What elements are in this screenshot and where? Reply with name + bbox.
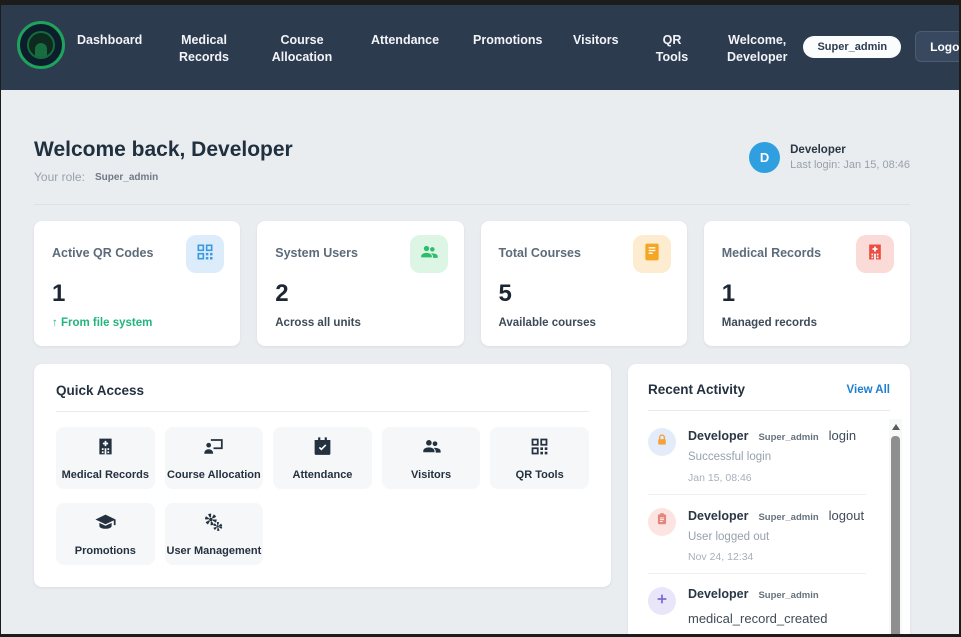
scrollbar-thumb[interactable] xyxy=(891,436,900,634)
quick-access-user-management[interactable]: User Management xyxy=(165,503,264,565)
activity-item-login: Developer Super_admin login Successful l… xyxy=(648,415,866,495)
stat-card-total-courses: Total Courses 5 Available courses xyxy=(481,221,687,346)
tile-label: User Management xyxy=(167,545,262,557)
activity-action: logout xyxy=(829,508,864,523)
stat-subtitle: Across all units xyxy=(275,317,445,329)
quick-access-panel: Quick Access Medical Records Course Allo… xyxy=(34,364,611,587)
activity-item-logout: Developer Super_admin logout User logged… xyxy=(648,495,866,575)
nav-item-course-allocation[interactable]: Course Allocation xyxy=(271,32,333,90)
mid-row: Quick Access Medical Records Course Allo… xyxy=(34,364,910,634)
stat-subtitle: Managed records xyxy=(722,317,892,329)
logout-button[interactable]: Logout xyxy=(915,31,959,62)
nav-item-qr-tools[interactable]: QR Tools xyxy=(655,32,689,90)
top-nav: Dashboard Medical Records Course Allocat… xyxy=(1,5,959,90)
nav-item-medical-records[interactable]: Medical Records xyxy=(175,32,233,90)
nav-item-visitors[interactable]: Visitors xyxy=(573,32,617,90)
tile-label: Course Allocation xyxy=(167,469,261,481)
nav-item-promotions[interactable]: Promotions xyxy=(473,32,535,90)
stat-value: 1 xyxy=(52,280,222,308)
stats-row: Active QR Codes 1 ↑ From file system Sys… xyxy=(34,221,910,346)
activity-role-badge: Super_admin xyxy=(758,590,818,601)
plus-icon xyxy=(655,592,669,611)
crest-arch xyxy=(35,43,47,57)
activity-user: Developer xyxy=(688,429,748,443)
role-value: Super_admin xyxy=(95,172,158,183)
stat-card-system-users: System Users 2 Across all units xyxy=(257,221,463,346)
stat-value: 5 xyxy=(499,280,669,308)
activity-role-badge: Super_admin xyxy=(758,432,818,443)
quick-access-visitors[interactable]: Visitors xyxy=(382,427,481,489)
activity-scrollbar[interactable] xyxy=(889,419,902,634)
avatar: D xyxy=(749,142,780,173)
quick-access-qr-tools[interactable]: QR Tools xyxy=(490,427,589,489)
presentation-icon xyxy=(203,436,224,462)
user-name: Developer xyxy=(790,144,910,156)
header-welcome-text: Welcome, Developer xyxy=(727,32,787,90)
last-login: Last login: Jan 15, 08:46 xyxy=(790,159,910,171)
activity-description: User logged out xyxy=(688,529,866,546)
stat-subtitle: Available courses xyxy=(499,317,669,329)
book-icon xyxy=(642,242,662,267)
page-title: Welcome back, Developer xyxy=(34,138,293,162)
activity-user: Developer xyxy=(688,509,748,523)
hospital-icon xyxy=(95,436,116,462)
dashboard-main: Welcome back, Developer Your role: Super… xyxy=(1,138,959,634)
role-label: Your role: xyxy=(34,170,85,184)
activity-timestamp: Jan 15, 08:46 xyxy=(688,472,866,484)
activity-description: Successful login xyxy=(688,449,866,466)
recent-activity-panel: Recent Activity View All Developer xyxy=(628,364,910,634)
app-window: Dashboard Medical Records Course Allocat… xyxy=(1,5,959,634)
quick-access-grid: Medical Records Course Allocation Attend… xyxy=(56,427,589,565)
activity-item-medical-record-created: Developer Super_admin medical_record_cre… xyxy=(648,574,866,634)
activity-description: Created medical record for matric no: KN… xyxy=(688,632,866,634)
stat-value: 1 xyxy=(722,280,892,308)
tile-label: Visitors xyxy=(411,469,451,481)
tile-label: QR Tools xyxy=(516,469,564,481)
quick-access-attendance[interactable]: Attendance xyxy=(273,427,372,489)
stat-value: 2 xyxy=(275,280,445,308)
view-all-link[interactable]: View All xyxy=(847,384,890,396)
user-chip: D Developer Last login: Jan 15, 08:46 xyxy=(749,142,910,173)
clipboard-icon xyxy=(655,512,669,531)
nav-item-attendance[interactable]: Attendance xyxy=(371,32,435,90)
scrollbar-up-arrow-icon[interactable] xyxy=(889,419,902,434)
school-crest-logo[interactable] xyxy=(17,21,65,69)
welcome-section: Welcome back, Developer Your role: Super… xyxy=(34,138,910,205)
nav-item-dashboard[interactable]: Dashboard xyxy=(77,32,137,90)
recent-activity-title: Recent Activity xyxy=(648,382,745,397)
quick-access-promotions[interactable]: Promotions xyxy=(56,503,155,565)
stat-card-active-qr-codes: Active QR Codes 1 ↑ From file system xyxy=(34,221,240,346)
qr-code-icon xyxy=(529,436,550,462)
hospital-icon xyxy=(865,242,885,267)
tile-label: Attendance xyxy=(293,469,353,481)
calendar-check-icon xyxy=(312,436,333,462)
graduation-cap-icon xyxy=(95,512,116,538)
stat-card-medical-records: Medical Records 1 Managed records xyxy=(704,221,910,346)
quick-access-medical-records[interactable]: Medical Records xyxy=(56,427,155,489)
lock-icon xyxy=(655,433,669,452)
quick-access-title: Quick Access xyxy=(56,383,589,412)
activity-user: Developer xyxy=(688,587,748,601)
role-badge: Super_admin xyxy=(803,36,901,58)
activity-action: medical_record_created xyxy=(688,611,827,626)
activity-role-badge: Super_admin xyxy=(758,512,818,523)
activity-timestamp: Nov 24, 12:34 xyxy=(688,551,866,563)
stat-subtitle: ↑ From file system xyxy=(52,317,222,329)
users-icon xyxy=(419,242,439,267)
quick-access-course-allocation[interactable]: Course Allocation xyxy=(165,427,264,489)
main-nav: Dashboard Medical Records Course Allocat… xyxy=(77,32,689,90)
tile-label: Promotions xyxy=(75,545,136,557)
activity-list: Developer Super_admin login Successful l… xyxy=(648,415,890,634)
qr-code-icon xyxy=(195,242,215,267)
people-icon xyxy=(421,436,442,462)
crest-inner-ring xyxy=(27,31,55,59)
gears-icon xyxy=(203,512,224,538)
activity-action: login xyxy=(829,428,856,443)
tile-label: Medical Records xyxy=(62,469,149,481)
